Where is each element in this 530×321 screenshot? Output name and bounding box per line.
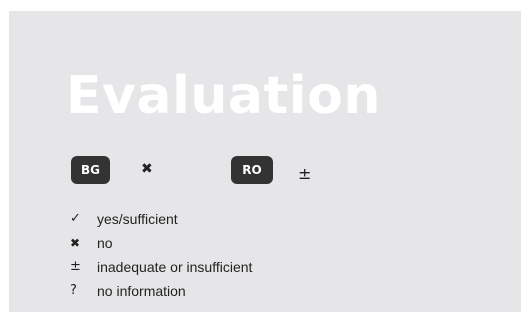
legend-item: ? no information xyxy=(70,282,252,306)
legend-item: ± inadequate or insufficient xyxy=(70,258,252,282)
legend: ✓ yes/sufficient ✖ no ± inadequate or in… xyxy=(70,210,252,306)
plus-minus-icon: ± xyxy=(70,259,81,274)
legend-label: yes/sufficient xyxy=(97,211,178,227)
legend-item: ✖ no xyxy=(70,234,252,258)
page-title: Evaluation xyxy=(66,66,381,126)
evaluation-panel: Evaluation BG ✖ RO ± ✓ yes/sufficient ✖ … xyxy=(9,11,521,312)
legend-item: ✓ yes/sufficient xyxy=(70,210,252,234)
question-icon: ? xyxy=(70,283,77,298)
legend-label: no information xyxy=(97,283,186,299)
country-badge-ro: RO xyxy=(231,156,273,184)
cross-icon: ✖ xyxy=(70,236,81,250)
country-badge-bg: BG xyxy=(71,156,110,184)
plus-minus-icon: ± xyxy=(298,164,312,183)
cross-icon: ✖ xyxy=(141,161,153,177)
legend-label: inadequate or insufficient xyxy=(97,259,253,275)
check-icon: ✓ xyxy=(70,211,81,226)
legend-label: no xyxy=(97,235,113,251)
